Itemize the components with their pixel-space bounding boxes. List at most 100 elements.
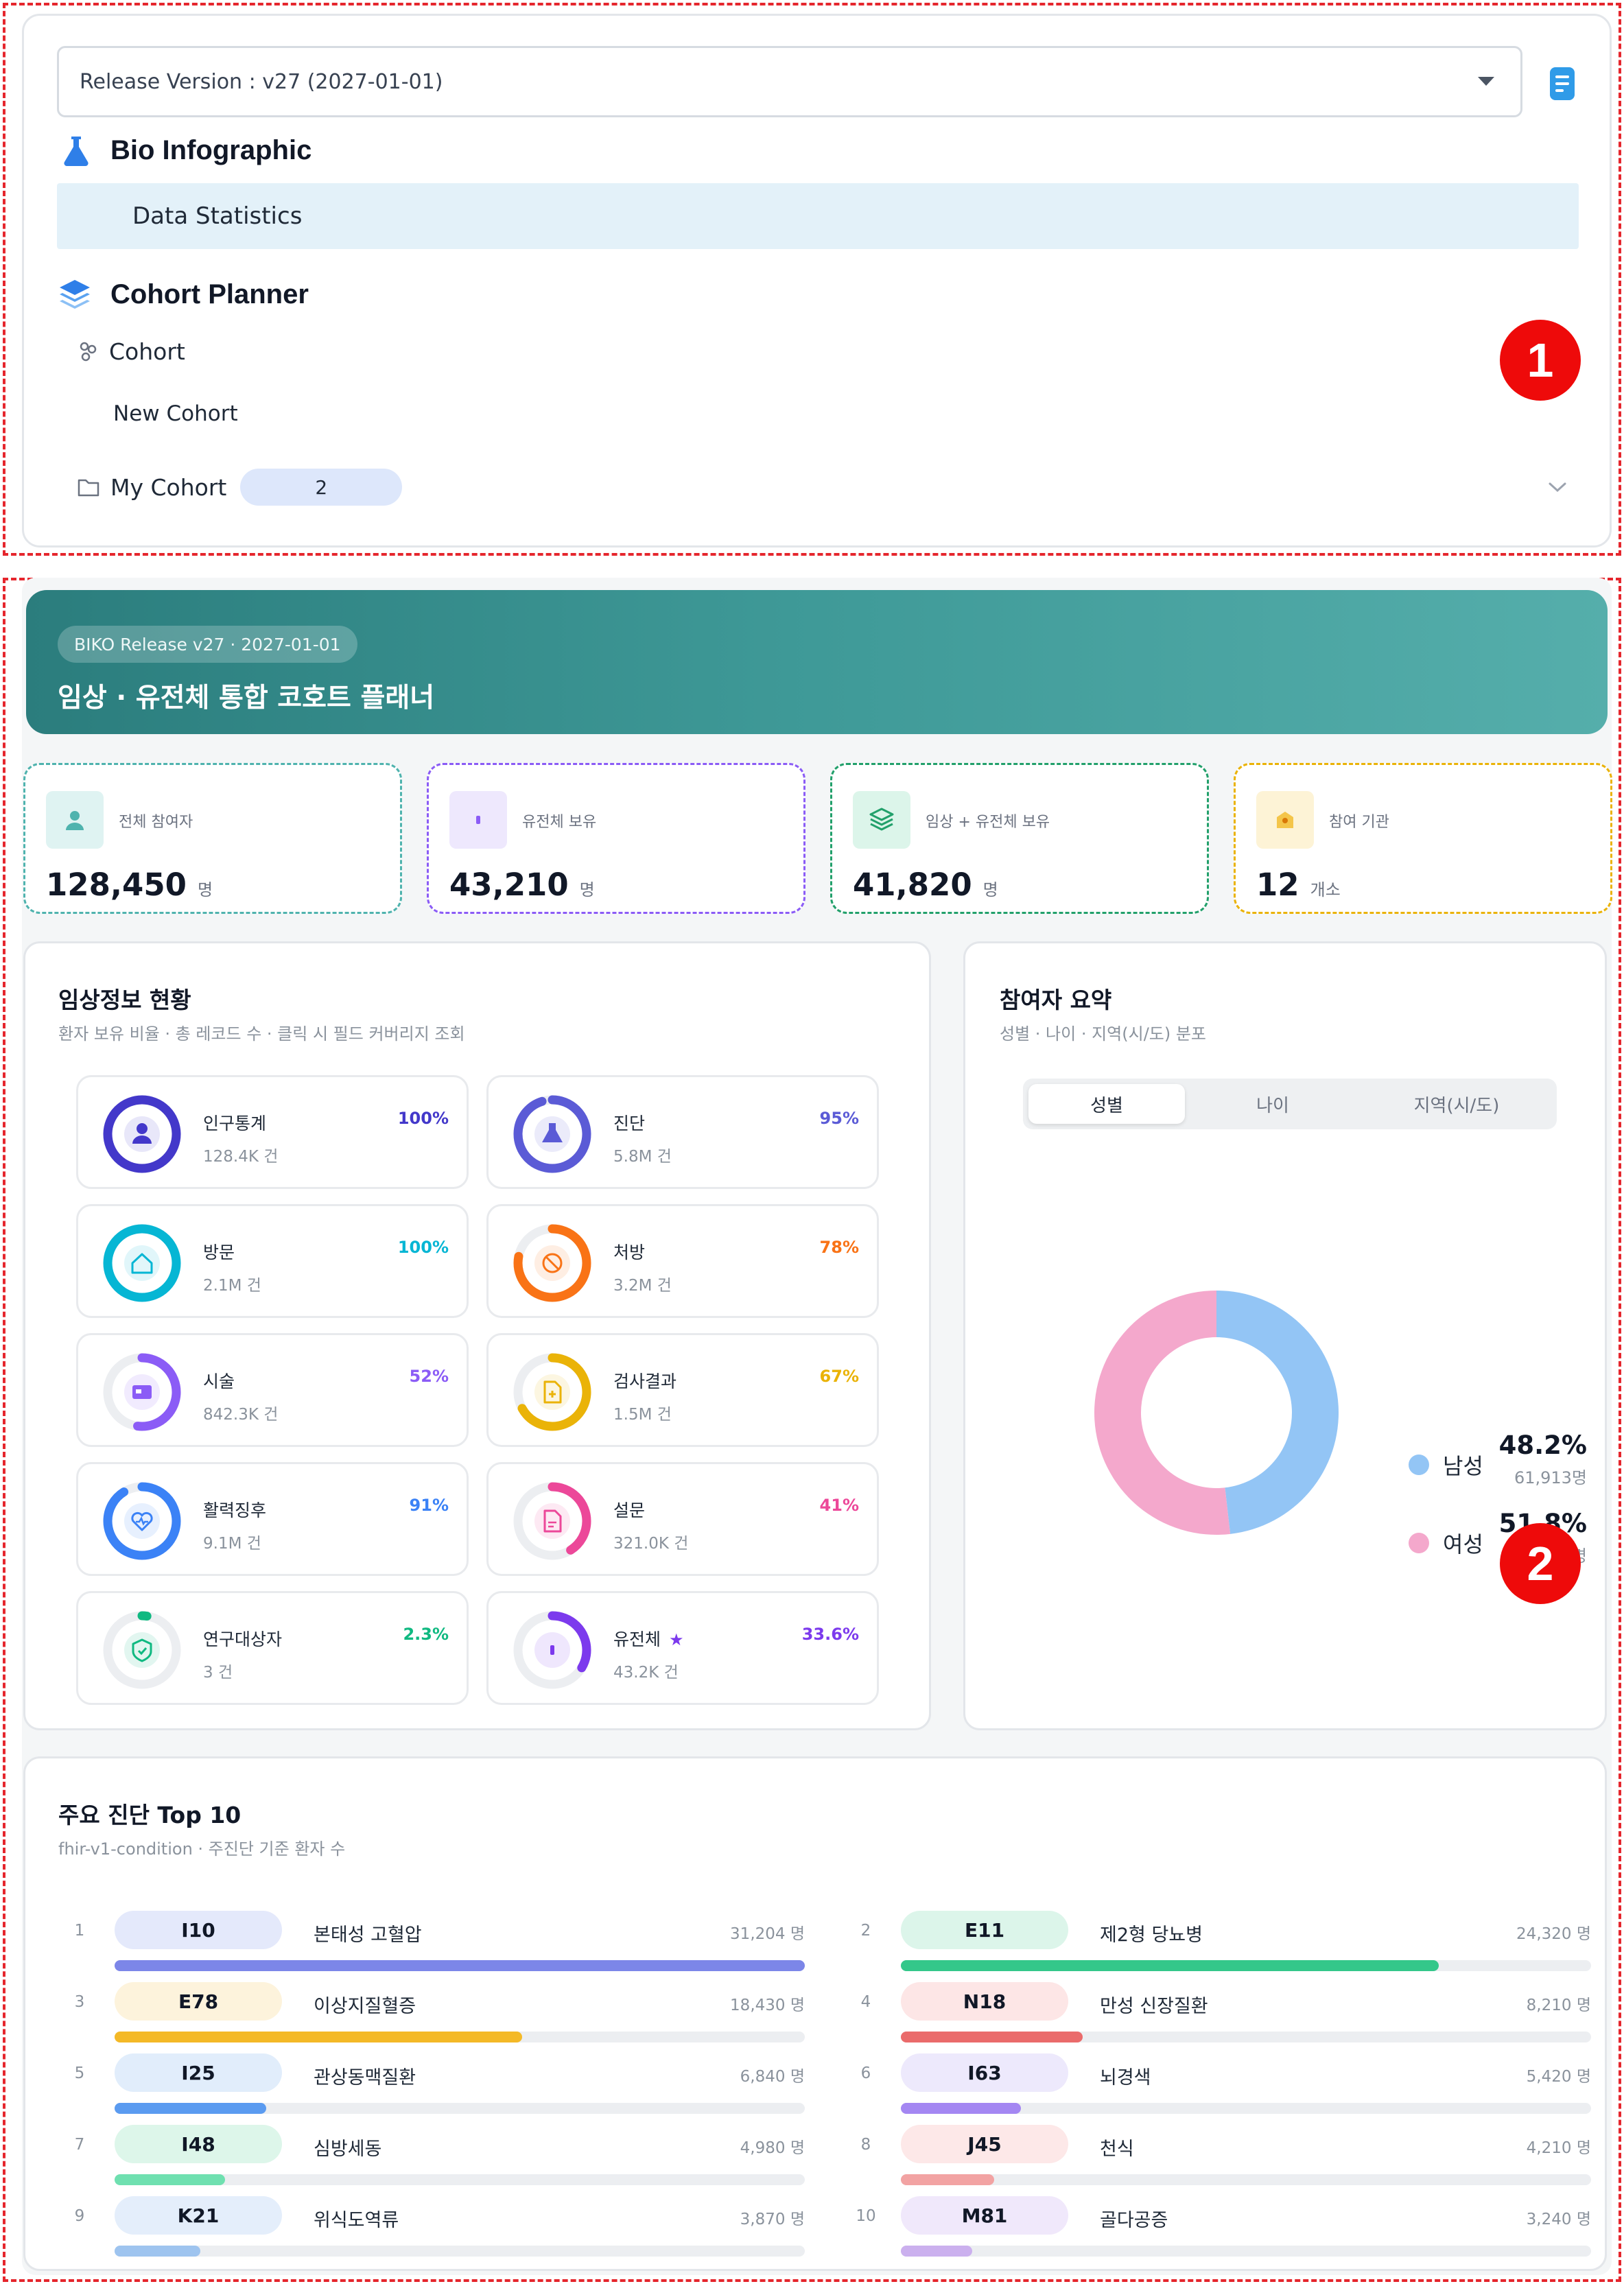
- clinical-tile[interactable]: 시술 842.3K 건 52%: [76, 1333, 469, 1447]
- clinical-tile[interactable]: 검사결과 1.5M 건 67%: [486, 1333, 879, 1447]
- dna-icon: [534, 1632, 570, 1668]
- diagnosis-row[interactable]: 5 I25 관상동맥질환 6,840 명: [69, 2053, 805, 2125]
- diagnosis-row[interactable]: 4 N18 만성 신장질환 8,210 명: [856, 1982, 1591, 2053]
- tab-region[interactable]: 지역(시/도): [1362, 1084, 1551, 1124]
- heart-pulse-icon: [124, 1503, 160, 1539]
- nav-data-statistics[interactable]: Data Statistics: [57, 183, 1579, 249]
- stat-label: 전체 참여자: [119, 814, 193, 831]
- stat-card-participants[interactable]: 전체 참여자 128,450 명: [23, 763, 402, 914]
- tile-percent: 41%: [819, 1496, 859, 1515]
- tile-name: 시술: [203, 1371, 235, 1391]
- coverage-ring: [513, 1224, 591, 1302]
- legend-value-male: 48.2% 61,913명: [1473, 1431, 1587, 1488]
- clinical-tile[interactable]: 연구대상자 3 건 2.3%: [76, 1591, 469, 1705]
- legend-dot-male: [1409, 1455, 1429, 1475]
- person-icon: [124, 1116, 160, 1152]
- diagnosis-bar-fill: [901, 2103, 1021, 2114]
- diagnosis-name: 심방세동: [314, 2139, 382, 2160]
- diagnosis-row[interactable]: 6 I63 뇌경색 5,420 명: [856, 2053, 1591, 2125]
- stat-value: 41,820 명: [853, 867, 998, 903]
- clinical-tile[interactable]: 유전체 ★ 43.2K 건 33.6%: [486, 1591, 879, 1705]
- diagnosis-row[interactable]: 1 I10 본태성 고혈압 31,204 명: [69, 1911, 805, 1982]
- clinical-tile[interactable]: 진단 5.8M 건 95%: [486, 1075, 879, 1189]
- diagnosis-rank: 4: [860, 1993, 871, 2011]
- diagnosis-bar-fill: [115, 2032, 523, 2042]
- clinical-tile[interactable]: 방문 2.1M 건 100%: [76, 1204, 469, 1318]
- doc-plus-icon: [534, 1374, 570, 1410]
- diagnosis-count: 3,240 명: [1526, 2211, 1591, 2228]
- coverage-ring: [513, 1353, 591, 1431]
- clinical-tile[interactable]: 활력징후 9.1M 건 91%: [76, 1462, 469, 1576]
- tile-percent: 95%: [819, 1109, 859, 1128]
- diagnosis-row[interactable]: 8 J45 천식 4,210 명: [856, 2125, 1591, 2196]
- stat-value: 12 개소: [1256, 867, 1341, 903]
- stat-card-clinical-genome[interactable]: 임상 + 유전체 보유 41,820 명: [830, 763, 1209, 914]
- diagnosis-bar-track: [901, 2174, 1591, 2185]
- release-version-value: Release Version : v27 (2027-01-01): [80, 69, 443, 94]
- diagnosis-row[interactable]: 2 E11 제2형 당뇨병 24,320 명: [856, 1911, 1591, 1982]
- legend-female: 여성: [1409, 1527, 1483, 1559]
- stat-card-genome[interactable]: 유전체 보유 43,210 명: [427, 763, 805, 914]
- nav-new-cohort[interactable]: New Cohort: [113, 401, 238, 426]
- cohort-icon: [80, 342, 97, 361]
- star-icon: ★: [669, 1630, 684, 1649]
- nav-data-statistics-label: Data Statistics: [132, 202, 303, 230]
- diagnosis-code: K21: [115, 2196, 282, 2235]
- stat-card-institutions[interactable]: 참여 기관 12 개소: [1234, 763, 1612, 914]
- tile-count: 321.0K 건: [613, 1535, 689, 1553]
- tile-percent: 91%: [409, 1496, 449, 1515]
- top-diagnoses-subtitle: fhir-v1-condition · 주진단 기준 환자 수: [58, 1839, 346, 1859]
- diagnosis-row[interactable]: 9 K21 위식도역류 3,870 명: [69, 2196, 805, 2268]
- tile-count: 43.2K 건: [613, 1664, 679, 1682]
- person-icon: [46, 791, 104, 849]
- clinical-tile[interactable]: 인구통계 128.4K 건 100%: [76, 1075, 469, 1189]
- tab-age[interactable]: 나이: [1195, 1084, 1351, 1124]
- diagnosis-bar-track: [901, 1960, 1591, 1971]
- tile-percent: 100%: [397, 1238, 449, 1257]
- hero-title: 임상 · 유전체 통합 코호트 플래너: [58, 683, 435, 714]
- gender-donut-chart: [1094, 1291, 1339, 1535]
- dashboard-panel: BIKO Release v27 · 2027-01-01 임상 · 유전체 통…: [22, 578, 1612, 2275]
- legend-male: 남성: [1409, 1449, 1483, 1481]
- nav-new-cohort-label: New Cohort: [113, 401, 238, 426]
- donut-slice-male[interactable]: [1216, 1291, 1339, 1534]
- nav-cohort[interactable]: Cohort: [76, 338, 185, 365]
- diagnosis-rank: 7: [74, 2136, 85, 2154]
- diagnosis-name: 제2형 당뇨병: [1100, 1924, 1203, 1946]
- tile-name: 유전체 ★: [613, 1629, 684, 1649]
- nav-my-cohort[interactable]: My Cohort 2: [76, 469, 403, 506]
- diagnosis-row[interactable]: 10 M81 골다공증 3,240 명: [856, 2196, 1591, 2268]
- diagnosis-bar-fill: [901, 2174, 994, 2185]
- folder-icon: [78, 479, 99, 497]
- stat-value: 43,210 명: [449, 867, 595, 903]
- diagnosis-name: 뇌경색: [1100, 2067, 1151, 2088]
- tile-count: 5.8M 건: [613, 1148, 672, 1166]
- diagnosis-bar-track: [901, 2246, 1591, 2257]
- database-icon[interactable]: [1549, 67, 1575, 101]
- diagnosis-bar-fill: [115, 1960, 805, 1971]
- diagnosis-code: M81: [901, 2196, 1068, 2235]
- prohibit-icon: [534, 1245, 570, 1281]
- tile-count: 1.5M 건: [613, 1406, 672, 1424]
- diagnosis-count: 4,210 명: [1526, 2139, 1591, 2157]
- clinical-tile[interactable]: 설문 321.0K 건 41%: [486, 1462, 879, 1576]
- diagnosis-name: 이상지질혈증: [314, 1996, 416, 2017]
- diagnosis-row[interactable]: 7 I48 심방세동 4,980 명: [69, 2125, 805, 2196]
- diagnosis-bar-fill: [901, 2246, 973, 2257]
- tab-gender[interactable]: 성별: [1028, 1084, 1185, 1124]
- diagnosis-row[interactable]: 3 E78 이상지질혈증 18,430 명: [69, 1982, 805, 2053]
- shield-icon: [124, 1632, 160, 1668]
- chevron-down-icon[interactable]: [1546, 480, 1569, 495]
- coverage-ring: [103, 1611, 181, 1689]
- diagnosis-bar-track: [901, 2032, 1591, 2042]
- tile-name: 활력징후: [203, 1500, 267, 1520]
- clinical-tile[interactable]: 처방 3.2M 건 78%: [486, 1204, 879, 1318]
- tile-count: 3 건: [203, 1664, 233, 1682]
- diagnosis-code: I10: [115, 1911, 282, 1949]
- tile-count: 128.4K 건: [203, 1148, 279, 1166]
- diagnosis-count: 3,870 명: [740, 2211, 805, 2228]
- nav-my-cohort-label: My Cohort: [110, 473, 227, 501]
- donut-slice-female[interactable]: [1094, 1291, 1231, 1535]
- release-version-select[interactable]: Release Version : v27 (2027-01-01): [57, 46, 1522, 117]
- clinical-status-card: 임상정보 현황 환자 보유 비율 · 총 레코드 수 · 클릭 시 필드 커버리…: [23, 941, 931, 1730]
